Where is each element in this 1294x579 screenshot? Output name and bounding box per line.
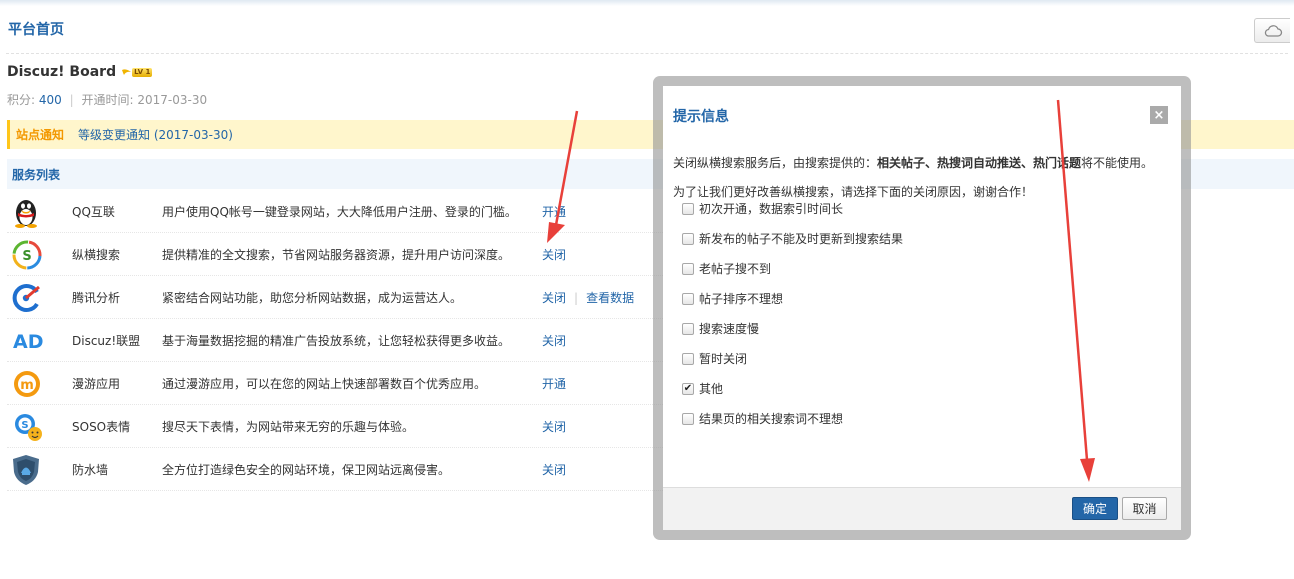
level-badge-text: LV 1 [132, 67, 153, 77]
view-data-link[interactable]: 查看数据 [586, 289, 634, 306]
level-badge: LV 1 [122, 67, 153, 77]
service-name: Discuz!联盟 [72, 334, 141, 348]
dialog-message: 关闭纵横搜索服务后，由搜索提供的：相关帖子、热搜词自动推送、热门话题将不能使用。 [673, 154, 1153, 171]
svg-text:S: S [22, 249, 31, 264]
firewall-shield-icon [13, 454, 39, 485]
service-row-zongheng-search: S 纵横搜索 提供精准的全文搜索，节省网站服务器资源，提升用户访问深度。 关闭 [7, 233, 667, 276]
reason-option[interactable]: 老帖子搜不到 [682, 260, 771, 277]
service-desc: 全方位打造绿色安全的网站环境，保卫网站远离侵害。 [162, 463, 451, 477]
dialog-title: 提示信息 [673, 109, 729, 125]
dialog-close-button[interactable]: × [1150, 106, 1168, 124]
service-name: QQ互联 [72, 205, 115, 219]
reason-label: 帖子排序不理想 [699, 292, 784, 306]
cloud-icon [1264, 24, 1282, 37]
svg-text:m: m [20, 378, 34, 393]
zongheng-search-icon: S [12, 240, 42, 269]
reason-option[interactable]: 搜索速度慢 [682, 320, 759, 337]
reason-label: 老帖子搜不到 [699, 262, 772, 276]
dialog-message-bold: 相关帖子、热搜词自动推送、热门话题 [877, 156, 1082, 170]
cancel-button[interactable]: 取消 [1122, 497, 1167, 520]
reason-checkbox[interactable] [682, 412, 694, 425]
qq-penguin-icon [15, 199, 37, 228]
score-value: 400 [38, 93, 62, 107]
reason-option[interactable]: 新发布的帖子不能及时更新到搜索结果 [682, 230, 903, 247]
reason-label: 其他 [699, 382, 724, 396]
service-desc: 通过漫游应用，可以在您的网站上快速部署数百个优秀应用。 [162, 377, 487, 391]
page-title: 平台首页 [8, 22, 64, 38]
confirm-button[interactable]: 确定 [1072, 497, 1118, 520]
site-notice-link[interactable]: 等级变更通知 (2017-03-30) [78, 126, 233, 143]
close-service-link[interactable]: 关闭 [542, 332, 566, 349]
reason-label: 结果页的相关搜索词不理想 [699, 412, 844, 426]
service-list: QQ互联 用户使用QQ帐号一键登录网站，大大降低用户注册、登录的门槛。 开通 S… [7, 190, 667, 491]
reason-option[interactable]: 暂时关闭 [682, 350, 747, 367]
service-desc: 提供精准的全文搜索，节省网站服务器资源，提升用户访问深度。 [162, 248, 511, 262]
close-service-link[interactable]: 关闭 [542, 246, 566, 263]
open-service-link[interactable]: 开通 [542, 203, 566, 220]
service-row-manyou: m 漫游应用 通过漫游应用，可以在您的网站上快速部署数百个优秀应用。 开通 [7, 362, 667, 405]
service-row-qq: QQ互联 用户使用QQ帐号一键登录网站，大大降低用户注册、登录的门槛。 开通 [7, 190, 667, 233]
action-divider: | [574, 290, 579, 305]
board-name: Discuz! Board LV 1 [7, 64, 153, 80]
service-name: SOSO表情 [72, 420, 131, 434]
dialog-footer: 确定 取消 [663, 487, 1181, 530]
reason-label: 新发布的帖子不能及时更新到搜索结果 [699, 232, 904, 246]
svg-text:S: S [21, 420, 28, 431]
meta-separator: | [69, 93, 74, 107]
reason-checkbox[interactable] [682, 322, 694, 335]
reason-option[interactable]: 结果页的相关搜索词不理想 [682, 410, 843, 427]
top-gradient-bar [0, 0, 1294, 6]
service-name: 纵横搜索 [72, 248, 121, 262]
close-service-link[interactable]: 关闭 [542, 418, 566, 435]
service-row-firewall: 防水墙 全方位打造绿色安全的网站环境，保卫网站远离侵害。 关闭 [7, 448, 667, 491]
title-divider [6, 53, 1288, 54]
close-reason-dialog: 提示信息 × 关闭纵横搜索服务后，由搜索提供的：相关帖子、热搜词自动推送、热门话… [663, 86, 1181, 530]
reason-option[interactable]: 初次开通，数据索引时间长 [682, 200, 843, 217]
service-name: 防水墙 [72, 463, 109, 477]
board-meta: 积分: 400 | 开通时间: 2017-03-30 [7, 91, 207, 108]
site-notice-label: 站点通知 [16, 128, 65, 142]
open-time-label: 开通时间: [81, 93, 134, 107]
manyou-icon: m [14, 370, 40, 397]
service-row-tencent-analytics: 腾讯分析 紧密结合网站功能，助您分析网站数据，成为运营达人。 关闭 | 查看数据 [7, 276, 667, 319]
reason-label: 搜索速度慢 [699, 322, 760, 336]
dialog-message-post: 将不能使用。 [1081, 156, 1154, 170]
open-service-link[interactable]: 开通 [542, 375, 566, 392]
cloud-button[interactable] [1254, 18, 1290, 43]
ad-icon: AD [13, 331, 43, 352]
reason-checkbox[interactable] [682, 262, 694, 275]
svg-text:AD: AD [13, 331, 43, 352]
service-desc: 基于海量数据挖掘的精准广告投放系统，让您轻松获得更多收益。 [162, 334, 511, 348]
reason-label: 初次开通，数据索引时间长 [699, 202, 844, 216]
dialog-prompt: 为了让我们更好改善纵横搜索，请选择下面的关闭原因，谢谢合作！ [673, 185, 1034, 199]
open-time-value: 2017-03-30 [137, 93, 208, 107]
service-row-soso-emoticon: S SOSO表情 搜尽天下表情，为网站带来无穷的乐趣与体验。 关闭 [7, 405, 667, 448]
soso-emoticon-icon: S [15, 413, 42, 441]
service-name: 漫游应用 [72, 377, 121, 391]
reason-checkbox[interactable] [682, 292, 694, 305]
close-service-link[interactable]: 关闭 [542, 461, 566, 478]
close-service-link[interactable]: 关闭 [542, 289, 566, 306]
dialog-message-pre: 关闭纵横搜索服务后，由搜索提供的： [673, 156, 878, 170]
service-desc: 搜尽天下表情，为网站带来无穷的乐趣与体验。 [162, 420, 415, 434]
dialog-overlay-frame: 提示信息 × 关闭纵横搜索服务后，由搜索提供的：相关帖子、热搜词自动推送、热门话… [653, 76, 1191, 540]
service-name: 腾讯分析 [72, 291, 121, 305]
service-row-discuz-union: AD Discuz!联盟 基于海量数据挖掘的精准广告投放系统，让您轻松获得更多收… [7, 319, 667, 362]
reason-option[interactable]: 帖子排序不理想 [682, 290, 783, 307]
level-wing-icon [122, 68, 132, 75]
reason-checkbox[interactable] [682, 232, 694, 245]
tencent-analytics-icon [12, 283, 40, 312]
board-name-text: Discuz! Board [7, 64, 117, 80]
reason-checkbox[interactable] [682, 202, 694, 215]
reason-checkbox-checked[interactable]: ✔ [682, 382, 694, 395]
reason-checkbox[interactable] [682, 352, 694, 365]
service-desc: 用户使用QQ帐号一键登录网站，大大降低用户注册、登录的门槛。 [162, 205, 517, 219]
reason-label: 暂时关闭 [699, 352, 748, 366]
reason-option[interactable]: ✔ 其他 [682, 380, 723, 397]
service-desc: 紧密结合网站功能，助您分析网站数据，成为运营达人。 [162, 291, 463, 305]
score-label: 积分: [7, 93, 36, 107]
